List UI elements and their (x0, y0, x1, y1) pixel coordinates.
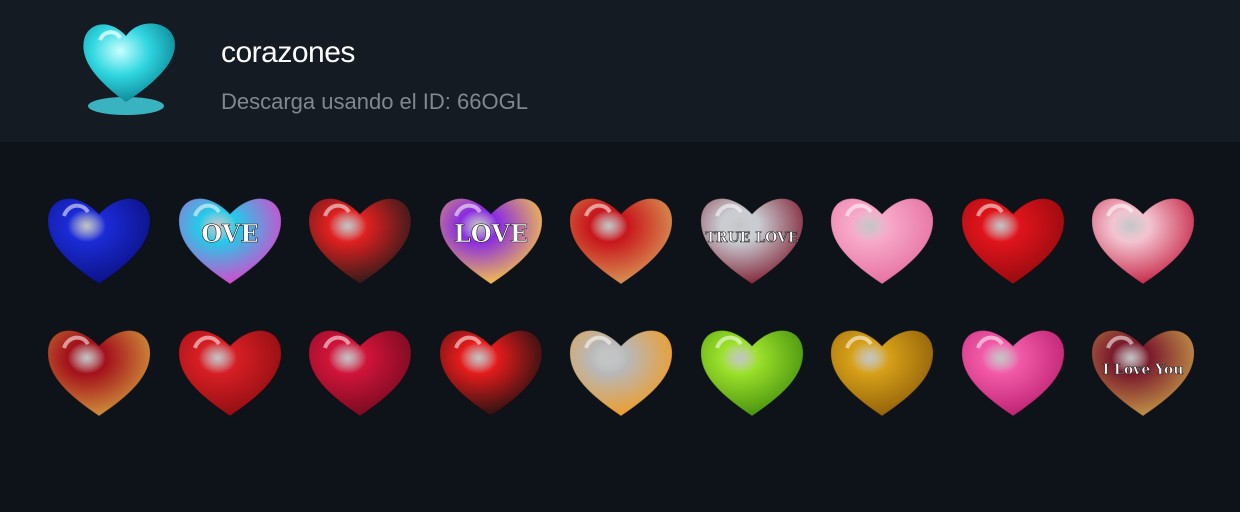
sticker-text: LOVE (453, 219, 527, 248)
sticker-hearts-gift-box[interactable] (167, 308, 293, 432)
sticker-crystal-rose-heart[interactable] (1080, 176, 1206, 300)
sticker-red-heart-cluster[interactable] (950, 176, 1076, 300)
sticker-love-balloon-heart[interactable]: LOVE (428, 176, 554, 300)
pack-title: corazones (221, 36, 355, 69)
sticker-text: TRUE LOVE (705, 230, 798, 246)
sticker-ornate-red-gold-heart[interactable] (36, 308, 162, 432)
sticker-blue-glass-heart[interactable] (36, 176, 162, 300)
sticker-pink-heart-box[interactable] (819, 176, 945, 300)
cyan-glass-heart-icon (76, 14, 186, 124)
sticker-winged-flaming-heart[interactable] (558, 308, 684, 432)
sticker-green-glass-heart[interactable] (689, 308, 815, 432)
sticker-angel-devil-heart[interactable] (428, 308, 554, 432)
sticker-pink-heart-padlocks[interactable] (950, 308, 1076, 432)
sticker-text: OVE (201, 219, 258, 248)
sticker-text: I Love You (1103, 362, 1184, 378)
pack-header: corazones Descarga usando el ID: 66OGL (0, 0, 1240, 142)
sticker-i-love-you-key-heart[interactable]: I Love You (1080, 308, 1206, 432)
sticker-red-glass-heart[interactable] (297, 308, 423, 432)
sticker-heart-music-note[interactable] (297, 176, 423, 300)
sticker-true-love-silver-hearts[interactable]: TRUE LOVE (689, 176, 815, 300)
sticker-red-floral-heart[interactable] (558, 176, 684, 300)
download-id-text: Descarga usando el ID: 66OGL (221, 89, 528, 114)
sticker-grid: OVE LOVE TRUE LOVE I Love You (0, 142, 1240, 512)
sticker-rainbow-love-heart[interactable]: OVE (167, 176, 293, 300)
sticker-golden-rose-heart[interactable] (819, 308, 945, 432)
